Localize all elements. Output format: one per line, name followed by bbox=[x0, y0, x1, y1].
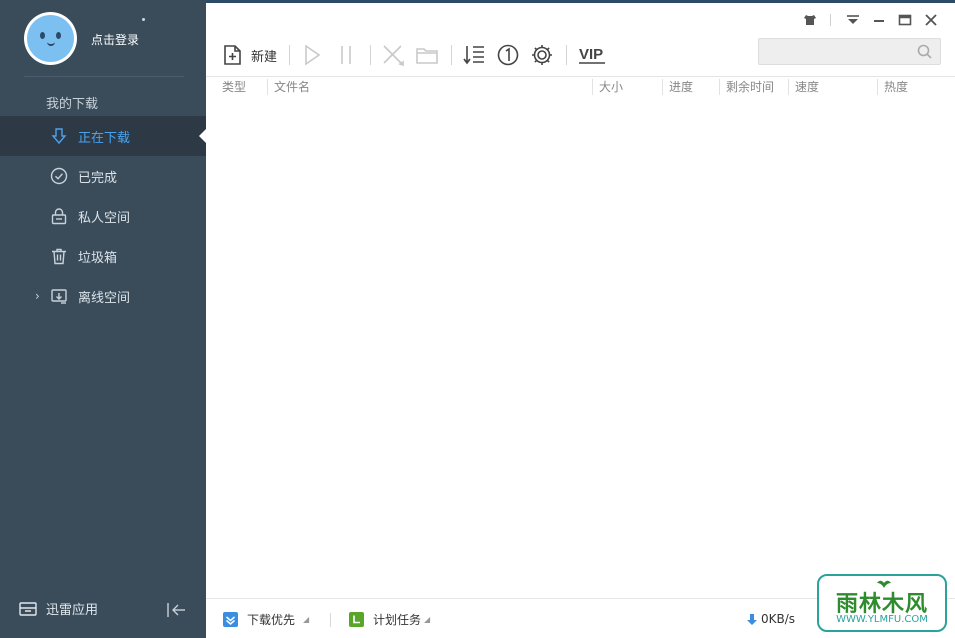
menu-icon bbox=[847, 15, 859, 24]
delete-icon bbox=[383, 45, 404, 67]
column-header-speed[interactable]: 速度 bbox=[788, 79, 819, 95]
maximize-button[interactable] bbox=[893, 12, 917, 28]
sidebar: 点击登录 我的下载 正在下载 已完成 私人空间 垃圾箱 › 离线空间 迅雷应用 bbox=[0, 0, 206, 638]
start-button[interactable] bbox=[300, 41, 324, 69]
column-header-size[interactable]: 大小 bbox=[592, 79, 623, 95]
download-speed-icon bbox=[747, 613, 757, 625]
dropdown-triangle-icon[interactable]: ◢ bbox=[424, 615, 430, 624]
sidebar-item-label: 正在下载 bbox=[78, 130, 131, 146]
close-button[interactable] bbox=[919, 12, 943, 28]
search-box[interactable] bbox=[758, 38, 941, 65]
column-header-progress[interactable]: 进度 bbox=[662, 79, 693, 95]
cloud-offline-icon bbox=[50, 287, 68, 305]
sidebar-item-private-space[interactable]: 私人空间 bbox=[0, 196, 206, 236]
sort-icon bbox=[463, 46, 485, 65]
statusbar-divider bbox=[330, 613, 331, 627]
new-task-label: 新建 bbox=[251, 49, 278, 65]
avatar[interactable] bbox=[24, 12, 77, 65]
column-header-type[interactable]: 类型 bbox=[216, 79, 246, 95]
task-list bbox=[206, 96, 955, 596]
window-controls bbox=[796, 12, 943, 28]
login-link[interactable]: 点击登录 bbox=[91, 31, 139, 48]
schedule-check-icon bbox=[349, 612, 364, 627]
notification-dot bbox=[142, 18, 145, 21]
sidebar-item-offline-space[interactable]: › 离线空间 bbox=[0, 276, 206, 316]
winctrl-divider bbox=[830, 14, 831, 26]
search-icon[interactable] bbox=[917, 44, 932, 59]
single-task-button[interactable] bbox=[496, 41, 520, 69]
settings-button[interactable] bbox=[530, 41, 554, 69]
task-list-header: 类型 文件名 大小 进度 剩余时间 速度 热度 bbox=[206, 76, 955, 96]
vip-label: VIP bbox=[579, 46, 603, 63]
download-priority-label: 下载优先 bbox=[247, 613, 296, 627]
column-header-remaining-time[interactable]: 剩余时间 bbox=[719, 79, 774, 95]
minimize-button[interactable] bbox=[867, 12, 891, 28]
active-pointer bbox=[199, 129, 206, 143]
settings-icon bbox=[532, 45, 553, 65]
toolbar-divider bbox=[451, 45, 453, 65]
sidebar-item-label: 已完成 bbox=[78, 170, 118, 186]
watermark-url: WWW.YLMFU.COM bbox=[836, 614, 928, 625]
skin-button[interactable] bbox=[798, 12, 822, 28]
app-box-icon bbox=[19, 601, 37, 616]
scheduled-task-label: 计划任务 bbox=[373, 613, 422, 627]
chevron-right-icon[interactable]: › bbox=[35, 289, 40, 303]
priority-check-icon bbox=[223, 612, 238, 627]
collapse-left-icon bbox=[167, 603, 185, 617]
maximize-icon bbox=[898, 14, 912, 26]
download-arrow-icon bbox=[50, 127, 68, 145]
site-watermark-logo: 雨林木风 WWW.YLMFU.COM bbox=[817, 574, 947, 632]
sidebar-item-trash[interactable]: 垃圾箱 bbox=[0, 236, 206, 276]
avatar-face-icon bbox=[27, 15, 74, 62]
sidebar-section-title: 我的下载 bbox=[46, 97, 99, 112]
download-speed: 0KB/s bbox=[746, 612, 795, 626]
sort-button[interactable] bbox=[462, 41, 486, 69]
skin-icon bbox=[804, 15, 816, 25]
new-task-button[interactable]: 新建 bbox=[221, 41, 277, 69]
collapse-sidebar-button[interactable] bbox=[166, 600, 190, 620]
pause-button[interactable] bbox=[334, 41, 358, 69]
download-speed-value: 0KB/s bbox=[761, 612, 796, 626]
delete-button[interactable] bbox=[381, 41, 405, 69]
limit-one-icon bbox=[497, 44, 519, 66]
column-header-filename[interactable]: 文件名 bbox=[267, 79, 310, 95]
sidebar-item-label: 垃圾箱 bbox=[78, 250, 118, 266]
thunder-apps-button[interactable]: 迅雷应用 bbox=[18, 599, 98, 618]
scheduled-task-toggle[interactable]: 计划任务 ◢ bbox=[349, 611, 430, 628]
download-priority-toggle[interactable]: 下载优先 ◢ bbox=[223, 611, 309, 628]
folder-icon bbox=[416, 48, 438, 64]
toolbar-divider bbox=[289, 45, 291, 65]
toolbar-divider bbox=[370, 45, 372, 65]
vip-icon: VIP bbox=[579, 46, 606, 64]
main-menu-button[interactable] bbox=[841, 12, 865, 28]
sidebar-item-downloading[interactable]: 正在下载 bbox=[0, 116, 206, 156]
thunder-apps-label: 迅雷应用 bbox=[46, 603, 99, 618]
sidebar-item-label: 私人空间 bbox=[78, 210, 131, 226]
open-folder-button[interactable] bbox=[415, 41, 439, 69]
lock-icon bbox=[50, 207, 68, 225]
close-icon bbox=[925, 14, 937, 26]
toolbar-divider bbox=[566, 45, 568, 65]
sidebar-item-label: 离线空间 bbox=[78, 290, 131, 306]
pause-icon bbox=[341, 46, 351, 64]
column-header-popularity[interactable]: 热度 bbox=[877, 79, 908, 95]
new-file-icon bbox=[224, 45, 241, 65]
sidebar-divider bbox=[24, 76, 184, 77]
toolbar: 新建 VIP bbox=[221, 41, 617, 69]
play-icon bbox=[305, 44, 321, 66]
minimize-icon bbox=[874, 20, 884, 22]
trash-icon bbox=[50, 247, 68, 265]
dropdown-triangle-icon[interactable]: ◢ bbox=[303, 615, 309, 624]
sidebar-item-completed[interactable]: 已完成 bbox=[0, 156, 206, 196]
window-top-border bbox=[206, 0, 955, 3]
check-circle-icon bbox=[50, 167, 68, 185]
search-input[interactable] bbox=[759, 39, 909, 64]
vip-button[interactable]: VIP bbox=[577, 41, 607, 69]
